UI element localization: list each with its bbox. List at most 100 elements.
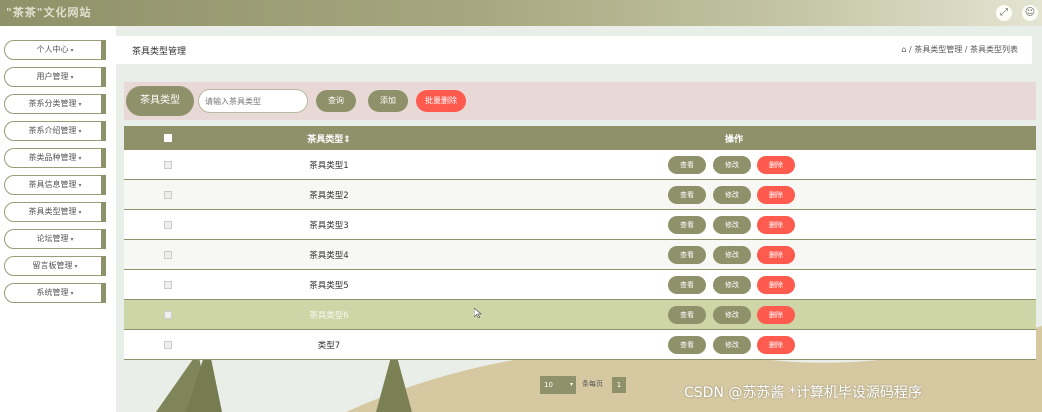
table-row: 类型7 查看 修改 删除 [124,330,1036,360]
table-row: 茶具类型4 查看 修改 删除 [124,240,1036,270]
table-row: 茶具类型3 查看 修改 删除 [124,210,1036,240]
row-checkbox[interactable] [164,221,172,229]
chevron-down-icon: ▾ [78,209,82,216]
sidebar-item-label: 用户管理 [36,72,69,81]
sidebar-item-label: 留言板管理 [32,261,73,270]
sidebar-item-system[interactable]: 系统管理 ▾ [4,283,106,303]
search-input[interactable] [198,89,308,113]
row-type-name: 茶具类型3 [309,221,349,231]
row-type-name: 茶具类型2 [309,191,349,201]
chevron-down-icon: ▾ [70,236,74,243]
row-type-name: 茶具类型4 [309,251,349,261]
row-checkbox[interactable] [164,161,172,169]
query-button[interactable]: 查询 [316,90,356,112]
user-icon[interactable]: ☺ [1022,5,1038,21]
sidebar-item-tea-variety[interactable]: 茶类品种管理 ▾ [4,148,106,168]
view-button[interactable]: 查看 [668,156,706,174]
view-button[interactable]: 查看 [668,336,706,354]
watermark-text: CSDN @苏苏酱 *计算机毕设源码程序 [684,385,922,401]
row-type-name: 茶具类型5 [309,281,349,291]
edit-button[interactable]: 修改 [713,306,751,324]
row-type-name: 茶具类型6 [309,311,349,321]
edit-button[interactable]: 修改 [713,156,751,174]
edit-button[interactable]: 修改 [713,186,751,204]
sidebar-item-label: 茶类品种管理 [28,153,77,162]
select-all-checkbox[interactable] [164,134,172,142]
chevron-down-icon: ▾ [70,290,74,297]
chevron-down-icon: ▾ [70,47,74,54]
home-icon[interactable]: ⌂ [901,45,906,54]
delete-button[interactable]: 删除 [757,336,795,354]
delete-button[interactable]: 删除 [757,306,795,324]
app-title: "茶茶"文化网站 [6,6,92,19]
sidebar-item-tea-intro[interactable]: 茶系介绍管理 ▾ [4,121,106,141]
row-checkbox[interactable] [164,281,172,289]
row-checkbox[interactable] [164,311,172,319]
delete-button[interactable]: 删除 [757,186,795,204]
sidebar-item-label: 个人中心 [36,45,69,54]
search-toolbar: 茶具类型 查询 添加 批量删除 [124,82,1036,120]
view-button[interactable]: 查看 [668,276,706,294]
table-row: 茶具类型2 查看 修改 删除 [124,180,1036,210]
batch-delete-button[interactable]: 批量删除 [416,90,466,112]
main-content: 茶具类型管理 ⌂ / 茶具类型管理 / 茶具类型列表 茶具类型 查询 添加 批量… [116,26,1042,412]
delete-button[interactable]: 删除 [757,276,795,294]
page-title: 茶具类型管理 [132,47,187,57]
search-field-label: 茶具类型 [126,86,194,116]
row-type-name: 茶具类型1 [309,161,349,171]
edit-button[interactable]: 修改 [713,246,751,264]
table-header: 茶具类型⇕ 操作 [124,126,1036,150]
view-button[interactable]: 查看 [668,246,706,264]
sidebar-item-label: 茶具信息管理 [28,180,77,189]
edit-button[interactable]: 修改 [713,336,751,354]
delete-button[interactable]: 删除 [757,246,795,264]
row-checkbox[interactable] [164,191,172,199]
column-header-actions: 操作 [724,135,743,145]
breadcrumb-bar: 茶具类型管理 ⌂ / 茶具类型管理 / 茶具类型列表 [116,36,1032,64]
sidebar-item-message-board[interactable]: 留言板管理 ▾ [4,256,106,276]
chevron-down-icon: ▾ [78,101,82,108]
add-button[interactable]: 添加 [368,90,408,112]
chevron-down-icon: ▾ [78,155,82,162]
breadcrumb-trail[interactable]: / 茶具类型管理 / 茶具类型列表 [909,45,1018,54]
fullscreen-icon[interactable]: ⤢ [996,5,1012,21]
page-number-button[interactable]: 1 [612,377,626,393]
sidebar-item-teaware-info[interactable]: 茶具信息管理 ▾ [4,175,106,195]
sidebar-item-label: 论坛管理 [36,234,69,243]
sidebar-item-forum[interactable]: 论坛管理 ▾ [4,229,106,249]
mouse-cursor-icon [474,308,482,318]
per-page-label: 条每页 [582,380,603,388]
delete-button[interactable]: 删除 [757,216,795,234]
sidebar-item-label: 茶系介绍管理 [28,126,77,135]
sidebar-item-teaware-type[interactable]: 茶具类型管理 ▾ [4,202,106,222]
sidebar: 个人中心 ▾ 用户管理 ▾ 茶系分类管理 ▾ 茶系介绍管理 ▾ 茶类品种管理 ▾ 茶具信息… [0,26,116,412]
edit-button[interactable]: 修改 [713,276,751,294]
sidebar-item-user-management[interactable]: 用户管理 ▾ [4,67,106,87]
top-header: "茶茶"文化网站 ⤢ ☺ [0,0,1042,26]
row-checkbox[interactable] [164,341,172,349]
chevron-down-icon: ▾ [78,128,82,135]
sidebar-item-label: 茶系分类管理 [28,99,77,108]
view-button[interactable]: 查看 [668,306,706,324]
breadcrumb: ⌂ / 茶具类型管理 / 茶具类型列表 [901,44,1018,55]
delete-button[interactable]: 删除 [757,156,795,174]
chevron-down-icon: ▾ [74,263,78,270]
column-header-type[interactable]: 茶具类型⇕ [284,132,374,145]
view-button[interactable]: 查看 [668,216,706,234]
chevron-down-icon: ▾ [78,182,82,189]
row-checkbox[interactable] [164,251,172,259]
table-row: 茶具类型5 查看 修改 删除 [124,270,1036,300]
teaware-type-table: 茶具类型⇕ 操作 茶具类型1 查看 修改 删除 茶具类型2 查看 修改 删除 茶… [124,126,1036,360]
chevron-down-icon: ▾ [569,381,573,388]
view-button[interactable]: 查看 [668,186,706,204]
sidebar-item-tea-category[interactable]: 茶系分类管理 ▾ [4,94,106,114]
page-size-value: 10 [544,381,553,389]
table-row: 茶具类型1 查看 修改 删除 [124,150,1036,180]
page-size-select[interactable]: 10 ▾ [540,376,576,394]
table-row: 茶具类型6 查看 修改 删除 [124,300,1036,330]
sidebar-item-label: 系统管理 [36,288,69,297]
sidebar-item-label: 茶具类型管理 [28,207,77,216]
edit-button[interactable]: 修改 [713,216,751,234]
row-type-name: 类型7 [317,341,341,351]
sidebar-item-personal-center[interactable]: 个人中心 ▾ [4,40,106,60]
